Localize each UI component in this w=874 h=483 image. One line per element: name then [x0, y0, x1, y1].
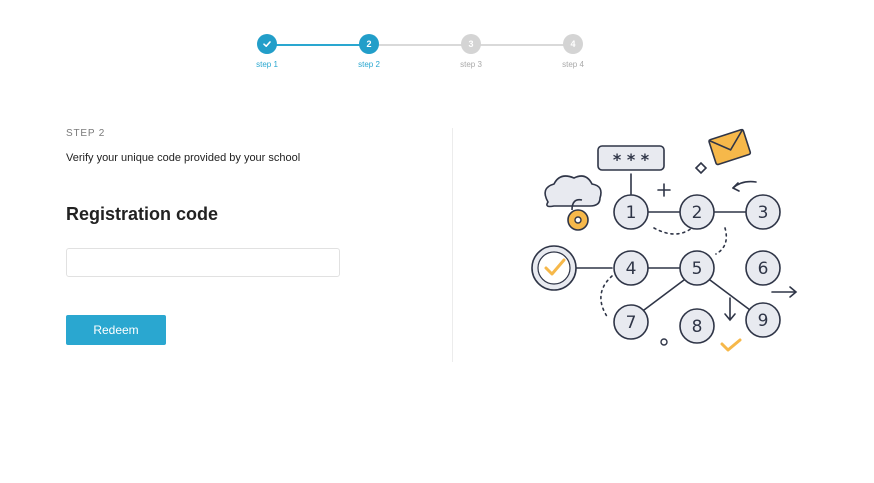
node-7: 7: [613, 304, 649, 340]
step-4: 4 step 4: [553, 34, 593, 69]
node-1: 1: [613, 194, 649, 230]
small-check-icon: [720, 338, 742, 352]
step-instructions: Verify your unique code provided by your…: [66, 152, 301, 164]
step-3-label: step 3: [460, 60, 482, 69]
svg-text:3: 3: [758, 203, 769, 223]
code-puzzle-illustration: * * * 1 2 3 4 5 6 7 8 9: [531, 128, 798, 352]
node-6: 6: [745, 250, 781, 286]
svg-text:1: 1: [626, 203, 637, 223]
password-field-icon: * * *: [597, 145, 665, 171]
node-2: 2: [679, 194, 715, 230]
node-4: 4: [613, 250, 649, 286]
step-3: 3 step 3: [451, 34, 491, 69]
node-9: 9: [745, 302, 781, 338]
step-2-label: step 2: [358, 60, 380, 69]
step-2-number: 2: [359, 34, 379, 54]
step-1: step 1: [247, 34, 287, 69]
step-3-number: 3: [461, 34, 481, 54]
page-title: Registration code: [66, 204, 219, 224]
svg-text:9: 9: [758, 311, 769, 331]
svg-text:8: 8: [692, 317, 703, 337]
step-4-number: 4: [563, 34, 583, 54]
svg-text:4: 4: [626, 259, 637, 279]
envelope-icon: [708, 128, 752, 166]
check-circle-icon: [531, 245, 577, 291]
node-3: 3: [745, 194, 781, 230]
registration-code-input[interactable]: [66, 248, 340, 277]
step-4-label: step 4: [562, 60, 584, 69]
step-2: 2 step 2: [349, 34, 389, 69]
svg-text:5: 5: [692, 259, 703, 279]
svg-text:7: 7: [626, 313, 637, 333]
node-8: 8: [679, 308, 715, 344]
cloud-icon: [544, 175, 602, 208]
step-1-label: step 1: [256, 60, 278, 69]
progress-stepper: step 1 2 step 2 3 step 3 4 step 4: [250, 32, 590, 72]
svg-text:6: 6: [758, 259, 769, 279]
svg-text:2: 2: [692, 203, 703, 223]
node-5: 5: [679, 250, 715, 286]
svg-text:* * *: * * *: [613, 150, 650, 169]
step-kicker: STEP 2: [66, 128, 106, 139]
redeem-button[interactable]: Redeem: [66, 315, 166, 345]
check-icon: [257, 34, 277, 54]
small-dot-icon: [660, 338, 668, 346]
column-divider: [452, 128, 453, 362]
